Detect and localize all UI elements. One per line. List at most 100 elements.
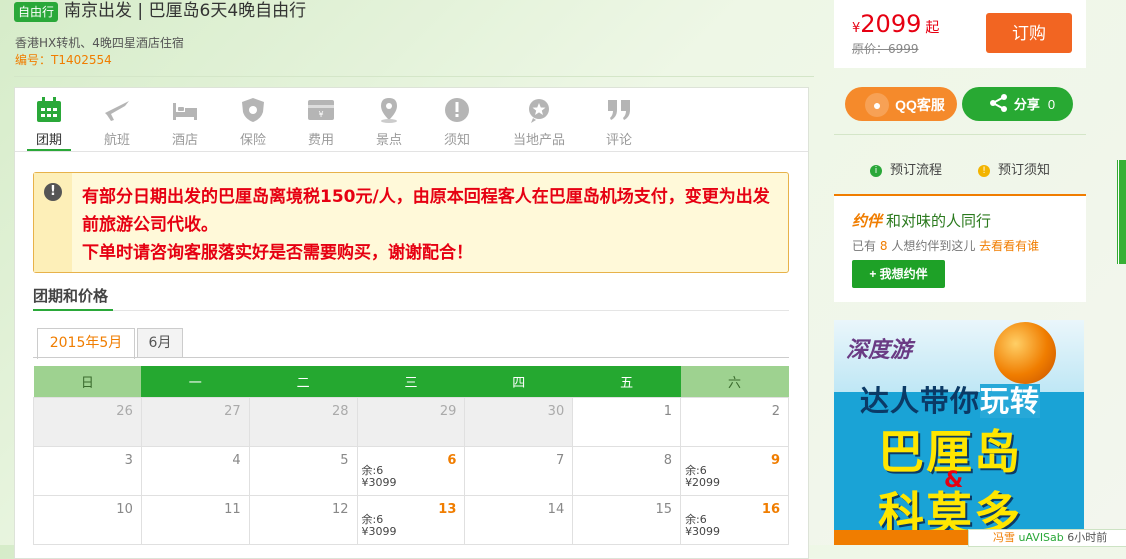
tab-local-products[interactable]: 当地产品 [509,88,569,150]
hot-air-balloon-icon [994,322,1056,384]
location-pin-icon [369,96,409,128]
calendar-day-cell[interactable]: 16 余:6 ¥3099 [680,495,789,545]
section-divider [33,310,789,311]
calendar-day-cell: 10 [33,495,142,545]
companion-count: 8 [879,239,888,253]
day-number: 8 [663,453,673,468]
calendar-day-cell[interactable]: 9 余:6 ¥2099 [680,446,789,496]
calendar-day-cell: 14 [464,495,574,545]
tab-label: 须知 [443,133,470,148]
price-value: 2099 [860,10,922,38]
calendar-day-cell[interactable]: 13 余:6 ¥3099 [356,495,466,545]
section-underline [33,309,113,311]
airplane-icon [97,96,137,128]
banner-headline: 达人带你玩转 [860,378,1041,420]
find-companion-button[interactable]: + 我想约伴 [852,260,945,288]
tab-schedule[interactable]: 团期 [27,88,71,151]
booking-flow-link[interactable]: i 预订流程 [870,159,942,178]
promo-banner[interactable]: 深度游 达人带你玩转 巴厘岛 科莫多 & [834,320,1084,545]
day-number: 10 [116,502,133,517]
day-number: 14 [547,502,565,517]
header-divider [14,76,814,77]
calendar-day-cell: 3 [33,446,142,496]
warning-icon [437,96,477,128]
share-button[interactable]: 分享 0 [962,87,1073,121]
weekday-fri: 五 [572,366,681,398]
tab-flight[interactable]: 航班 [97,88,137,150]
edge-float-widget[interactable] [1117,160,1126,264]
booking-links: i 预订流程 ! 预订须知 [834,150,1086,186]
companion-suffix: 人想约伴到这儿 [891,239,976,253]
tab-label: 酒店 [171,133,198,148]
day-number: 29 [439,404,457,419]
shield-icon [233,96,273,128]
companion-logo: 约伴 [852,212,883,230]
notice-box: ! 有部分日期出发的巴厘岛离境税150元/人，由原本回程客人在巴厘岛机场支付，变… [33,172,789,273]
tab-label: 航班 [103,133,130,148]
month-tab-june[interactable]: 6月 [137,328,183,358]
edge-float-bar [1119,160,1126,264]
calendar-week-row: 26 27 28 29 30 1 2 [33,397,789,447]
calendar-table: 日 一 二 三 四 五 六 26 27 28 29 30 1 2 3 4 5 6 余:6 ¥3099 7 8… [33,366,789,545]
ticker-user: 冯雪 [993,531,1015,544]
availability-info: 余:6 ¥3099 [362,465,397,489]
tab-notes[interactable]: 须知 [437,88,477,150]
calendar-day-cell: 29 [356,397,466,447]
price-box: ¥2099 起 原价：6999 订购 [834,0,1086,68]
day-number: 11 [224,502,241,517]
product-subtitle: 香港HX转机、4晚四星酒店住宿 [15,36,184,50]
day-price: ¥3099 [685,525,721,538]
activity-ticker: 冯雪 uAVISab 6小时前 [968,529,1126,547]
weekday-mon: 一 [141,366,250,398]
booking-notes-link[interactable]: ! 预订须知 [978,159,1050,178]
tab-insurance[interactable]: 保险 [233,88,273,150]
weekday-sun: 日 [33,366,142,398]
companion-box: 约伴 和对味的人同行 已有 8 人想约伴到这儿 去看看有谁 + 我想约伴 [834,196,1086,302]
companion-title-text: 和对味的人同行 [886,212,992,230]
calendar-day-cell: 7 [464,446,574,496]
day-number: 1 [663,404,673,419]
weekday-row: 日 一 二 三 四 五 六 [33,366,789,398]
calendar-day-cell[interactable]: 6 余:6 ¥3099 [356,446,466,496]
day-number: 5 [340,453,349,468]
tab-label: 景点 [375,133,402,148]
day-number: 6 [447,453,457,468]
tab-hotel[interactable]: 酒店 [165,88,205,150]
calendar-day-cell: 12 [248,495,358,545]
month-tab-may[interactable]: 2015年5月 [37,328,135,359]
availability-info: 余:6 ¥3099 [362,514,397,538]
day-price: ¥2099 [685,476,721,489]
money-icon: ¥ [301,96,341,128]
qq-service-label: QQ客服 [895,97,945,113]
tab-cost[interactable]: ¥ 费用 [301,88,341,150]
day-number: 27 [224,404,241,419]
ticker-action: uAVISab [1018,531,1064,544]
tab-label: 团期 [35,133,62,148]
calendar-icon [27,96,71,128]
buy-button[interactable]: 订购 [986,13,1072,53]
weekday-wed: 三 [357,366,465,398]
day-number: 9 [770,453,780,468]
svg-text:¥: ¥ [318,110,323,119]
bed-icon [165,96,205,128]
tab-reviews[interactable]: 评论 [599,88,639,150]
booking-notes-label: 预订须知 [998,163,1051,178]
info-icon: i [870,165,882,177]
day-number: 26 [116,404,133,419]
section-title: 团期和价格 [33,287,109,305]
banner-headline-a: 达人带你 [860,384,981,418]
qq-service-button[interactable]: ● QQ客服 [845,87,957,121]
share-icon [989,94,1007,112]
product-title: 南京出发 | 巴厘岛6天4晚自由行 [64,1,307,21]
local-product-icon [509,96,569,128]
weekday-thu: 四 [464,366,573,398]
see-who-link[interactable]: 去看看有谁 [979,239,1039,253]
day-number: 3 [124,453,133,468]
ticker-time: 6小时前 [1067,531,1108,544]
tab-attractions[interactable]: 景点 [369,88,409,150]
companion-prefix: 已有 [852,239,877,253]
price-suffix: 起 [925,20,940,36]
travel-type-tag: 自由行 [14,2,59,22]
day-number: 7 [555,453,565,468]
day-number: 12 [331,502,349,517]
